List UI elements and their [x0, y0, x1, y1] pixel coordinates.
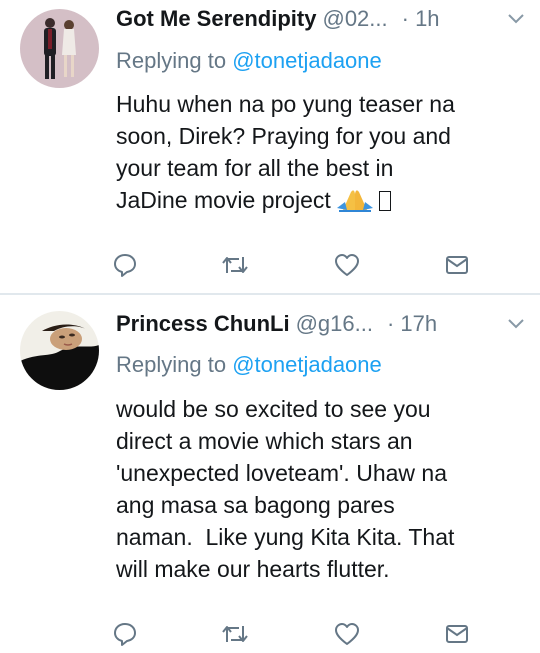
tweet-text-line: soon, Direk? Praying for you and — [116, 123, 451, 149]
tweet-text-line: would be so excited to see you — [116, 396, 431, 422]
direct-message-icon[interactable] — [442, 619, 472, 649]
tweet-text-line-with-emoji: JaDine movie project — [116, 184, 531, 216]
tweet-text-line: 'unexpected loveteam'. Uhaw na — [116, 460, 447, 486]
tweet-text: Huhu when na po yung teaser na soon, Dir… — [116, 88, 531, 216]
avatar-portrait-photo — [20, 311, 99, 390]
timestamp[interactable]: · 17h — [387, 311, 437, 337]
tweet-text-line: naman. Like yung Kita Kita. That — [116, 524, 455, 550]
tweet-actions — [110, 250, 480, 280]
tweet-text: would be so excited to see you direct a … — [116, 393, 531, 585]
missing-glyph-box — [378, 191, 391, 211]
replying-to-label: Replying to — [116, 352, 227, 377]
chevron-down-icon[interactable] — [504, 7, 528, 31]
user-handle[interactable]: @02... — [322, 6, 387, 32]
tweet[interactable]: Princess ChunLi @g16... · 17h Replying t… — [0, 295, 540, 653]
tweet-text-line: Huhu when na po yung teaser na — [116, 91, 455, 117]
tweet-text-line: direct a movie which stars an — [116, 428, 413, 454]
tweet-header: Princess ChunLi @g16... · 17h — [116, 307, 528, 341]
replying-to: Replying to @tonetjadaone — [116, 48, 382, 74]
timestamp[interactable]: · 1h — [402, 6, 440, 32]
replying-to-label: Replying to — [116, 48, 227, 73]
tweet-text-line: ang masa sa bagong pares — [116, 492, 395, 518]
reply-icon[interactable] — [110, 250, 140, 280]
tweet-actions — [110, 619, 480, 649]
like-icon[interactable] — [332, 619, 362, 649]
display-name[interactable]: Princess ChunLi — [116, 311, 290, 337]
tweet[interactable]: Got Me Serendipity @02... · 1h Replying … — [0, 0, 540, 295]
reply-icon[interactable] — [110, 619, 140, 649]
replying-to: Replying to @tonetjadaone — [116, 352, 382, 378]
like-icon[interactable] — [332, 250, 362, 280]
retweet-icon[interactable] — [220, 250, 250, 280]
tweet-text-line: your team for all the best in — [116, 155, 394, 181]
avatar[interactable] — [20, 311, 99, 390]
mention-link[interactable]: @tonetjadaone — [232, 48, 382, 73]
direct-message-icon[interactable] — [442, 250, 472, 280]
user-handle[interactable]: @g16... — [296, 311, 373, 337]
praying-hands-emoji — [336, 186, 373, 212]
display-name[interactable]: Got Me Serendipity — [116, 6, 316, 32]
avatar-couple-photo — [20, 9, 99, 88]
avatar[interactable] — [20, 9, 99, 88]
tweet-text-line: JaDine movie project — [116, 187, 331, 213]
chevron-down-icon[interactable] — [504, 312, 528, 336]
tweet-header: Got Me Serendipity @02... · 1h — [116, 2, 528, 36]
tweet-text-line: will make our hearts flutter. — [116, 556, 390, 582]
mention-link[interactable]: @tonetjadaone — [232, 352, 382, 377]
retweet-icon[interactable] — [220, 619, 250, 649]
